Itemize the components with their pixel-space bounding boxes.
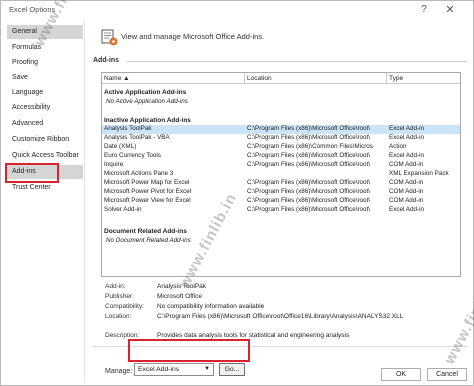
- sidebar: General Formulas Proofing Save Language …: [5, 21, 85, 383]
- sidebar-item-language[interactable]: Language: [7, 86, 83, 100]
- detail-publisher-label: Publisher:: [105, 293, 134, 300]
- row-name: Euro Currency Tools: [104, 152, 161, 159]
- sidebar-item-proofing[interactable]: Proofing: [7, 56, 83, 70]
- cancel-button[interactable]: Cancel: [427, 368, 467, 381]
- row-name: Analysis ToolPak: [104, 125, 152, 132]
- group-inactive-application: Inactive Application Add-ins: [104, 117, 191, 124]
- detail-compat-label: Compatibility:: [105, 303, 145, 310]
- sidebar-item-save[interactable]: Save: [7, 71, 83, 85]
- row-type: Excel Add-in: [389, 125, 425, 132]
- row-location: C:\Program Files (x86)\Microsoft Office\…: [247, 197, 371, 204]
- detail-description-value: Provides data analysis tools for statist…: [157, 332, 350, 339]
- row-name: Date (XML): [104, 143, 137, 150]
- detail-description-label: Description:: [105, 332, 140, 339]
- column-header-type[interactable]: Type: [387, 73, 460, 84]
- detail-compat-value: No compatibility information available: [157, 303, 265, 310]
- row-type: COM Add-in: [389, 188, 424, 195]
- row-location: C:\Program Files (x86)\Common Files\Micr…: [247, 143, 373, 150]
- section-divider: [127, 61, 467, 62]
- help-icon[interactable]: ?: [417, 3, 431, 17]
- detail-location-value: C:\Program Files (x86)\Microsoft Office\…: [157, 313, 404, 320]
- table-row[interactable]: Inquire C:\Program Files (x86)\Microsoft…: [102, 161, 460, 170]
- row-location: C:\Program Files (x86)\Microsoft Office\…: [247, 179, 371, 186]
- manage-selected-value: Excel Add-ins: [138, 366, 180, 373]
- row-type: Action: [389, 143, 407, 150]
- header-text: View and manage Microsoft Office Add-ins…: [121, 32, 265, 41]
- group-document-related: Document Related Add-ins: [104, 228, 187, 235]
- row-type: COM Add-in: [389, 179, 424, 186]
- row-type: COM Add-in: [389, 197, 424, 204]
- table-row[interactable]: Microsoft Power View for Excel C:\Progra…: [102, 197, 460, 206]
- add-ins-list[interactable]: Name ▲ Location Type Active Application …: [101, 72, 461, 277]
- table-row[interactable]: Microsoft Actions Pane 3 XML Expansion P…: [102, 170, 460, 179]
- row-location: C:\Program Files (x86)\Microsoft Office\…: [247, 134, 371, 141]
- row-type: Excel Add-in: [389, 134, 425, 141]
- ok-button[interactable]: OK: [381, 368, 421, 381]
- sidebar-item-accessibility[interactable]: Accessibility: [7, 101, 83, 115]
- chevron-down-icon: ▼: [204, 366, 210, 372]
- row-name: Analysis ToolPak - VBA: [104, 134, 170, 141]
- row-location: C:\Program Files (x86)\Microsoft Office\…: [247, 188, 371, 195]
- title-bar: Excel Options ? ✕: [1, 1, 473, 19]
- table-row[interactable]: Microsoft Power Pivot for Excel C:\Progr…: [102, 188, 460, 197]
- addins-gear-icon: [101, 29, 118, 46]
- add-ins-highlight-box: [5, 163, 59, 183]
- table-row[interactable]: Analysis ToolPak - VBA C:\Program Files …: [102, 134, 460, 143]
- column-header-location[interactable]: Location: [245, 73, 387, 84]
- detail-addin-label: Add-in:: [105, 283, 126, 290]
- row-name: Microsoft Power Map for Excel: [104, 179, 190, 186]
- row-type: COM Add-in: [389, 161, 424, 168]
- table-row[interactable]: Euro Currency Tools C:\Program Files (x8…: [102, 152, 460, 161]
- add-ins-section-label: Add-ins: [93, 57, 120, 64]
- row-location: C:\Program Files (x86)\Microsoft Office\…: [247, 125, 371, 132]
- manage-highlight-box: [128, 339, 250, 362]
- row-name: Inquire: [104, 161, 124, 168]
- row-location: C:\Program Files (x86)\Microsoft Office\…: [247, 206, 371, 213]
- detail-location-label: Location:: [105, 313, 132, 320]
- row-location: C:\Program Files (x86)\Microsoft Office\…: [247, 161, 371, 168]
- sidebar-item-trust-center[interactable]: Trust Center: [7, 181, 83, 195]
- list-header: Name ▲ Location Type: [102, 73, 460, 84]
- no-active-application-text: No Active Application Add-ins: [106, 98, 188, 105]
- row-name: Microsoft Actions Pane 3: [104, 170, 174, 177]
- main-panel: View and manage Microsoft Office Add-ins…: [91, 21, 469, 383]
- detail-publisher-value: Microsoft Office: [157, 293, 203, 300]
- close-icon[interactable]: ✕: [441, 3, 459, 17]
- row-type: Excel Add-in: [389, 152, 425, 159]
- table-row[interactable]: Microsoft Power Map for Excel C:\Program…: [102, 179, 460, 188]
- row-type: Excel Add-in: [389, 206, 425, 213]
- manage-dropdown[interactable]: Excel Add-ins ▼: [134, 363, 214, 376]
- table-row[interactable]: Date (XML) C:\Program Files (x86)\Common…: [102, 143, 460, 152]
- row-type: XML Expansion Pack: [389, 170, 449, 177]
- excel-options-dialog: Excel Options ? ✕ General Formulas Proof…: [0, 0, 474, 386]
- sidebar-item-quick-access-toolbar[interactable]: Quick Access Toolbar: [7, 149, 83, 163]
- group-active-application: Active Application Add-ins: [104, 89, 187, 96]
- no-document-related-text: No Document Related Add-ins: [106, 237, 191, 244]
- table-row[interactable]: Analysis ToolPak C:\Program Files (x86)\…: [102, 125, 460, 134]
- table-row[interactable]: Solver Add-in C:\Program Files (x86)\Mic…: [102, 206, 460, 215]
- go-button[interactable]: Go...: [219, 363, 245, 376]
- manage-label: Manage:: [105, 368, 133, 375]
- row-location: C:\Program Files (x86)\Microsoft Office\…: [247, 152, 371, 159]
- sidebar-item-advanced[interactable]: Advanced: [7, 117, 83, 131]
- sidebar-item-customize-ribbon[interactable]: Customize Ribbon: [7, 133, 83, 147]
- column-header-name[interactable]: Name ▲: [102, 73, 245, 84]
